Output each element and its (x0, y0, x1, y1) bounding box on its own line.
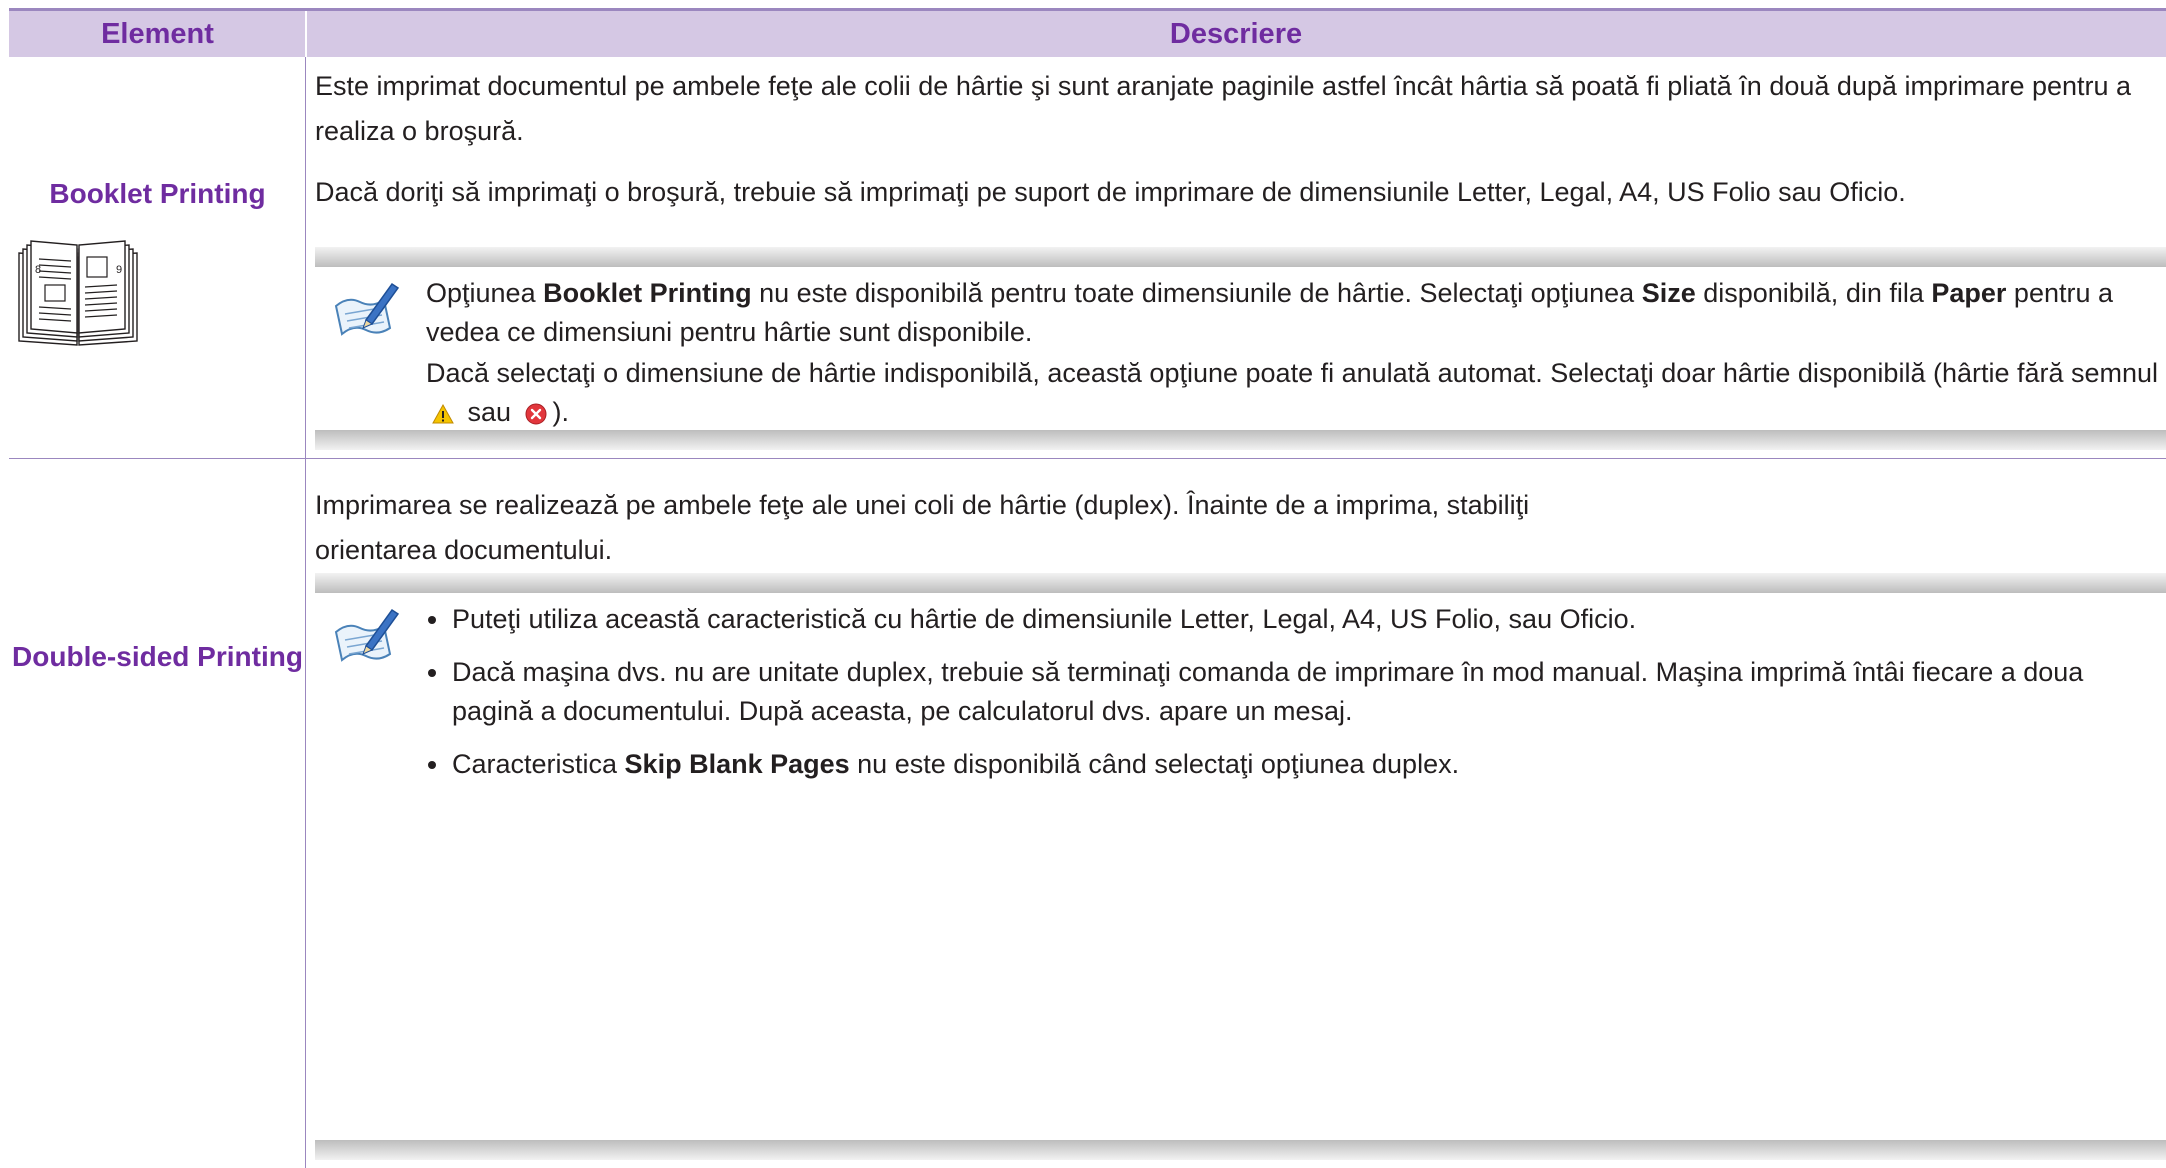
booklet-icon: 8 9 (18, 240, 138, 346)
booklet-note-2: Dacă selectaţi o dimensiune de hârtie in… (426, 358, 2159, 427)
note-top-bar (315, 573, 2166, 593)
list-item: Caracteristica Skip Blank Pages nu este … (426, 745, 2126, 784)
duplex-note-list: Puteţi utiliza această caracteristică cu… (426, 600, 2126, 784)
page-number-right: 9 (116, 264, 122, 276)
booklet-description-2: Dacă doriţi să imprimaţi o broşură, treb… (315, 177, 1906, 207)
note-top-bar (315, 247, 2166, 267)
page-number-left: 8 (35, 264, 41, 276)
element-name-double-sided-printing: Double-sided Printing (12, 641, 303, 672)
error-x-icon (525, 403, 547, 425)
element-name-booklet-printing: Booklet Printing (49, 178, 266, 209)
note-pencil-icon (334, 608, 400, 662)
note-bottom-bar (315, 1140, 2166, 1160)
booklet-description-1: Este imprimat documentul pe ambele feţe … (315, 71, 2132, 146)
row-divider (9, 458, 2166, 459)
document-page: Element Descriere Booklet Printing 8 9 E… (0, 0, 2166, 1168)
warning-triangle-icon (432, 404, 454, 424)
column-divider (305, 57, 306, 1168)
booklet-note-1: Opţiunea Booklet Printing nu este dispon… (426, 278, 2113, 347)
header-description: Descriere (1169, 18, 1303, 50)
table-header: Element Descriere (9, 8, 2166, 57)
header-element: Element (101, 18, 214, 50)
list-item: Dacă maşina dvs. nu are unitate duplex, … (426, 653, 2126, 731)
list-item: Puteţi utiliza această caracteristică cu… (426, 600, 2126, 639)
note-bottom-bar (315, 430, 2166, 450)
duplex-description-1: Imprimarea se realizează pe ambele feţe … (315, 490, 1530, 565)
note-pencil-icon (334, 282, 400, 336)
